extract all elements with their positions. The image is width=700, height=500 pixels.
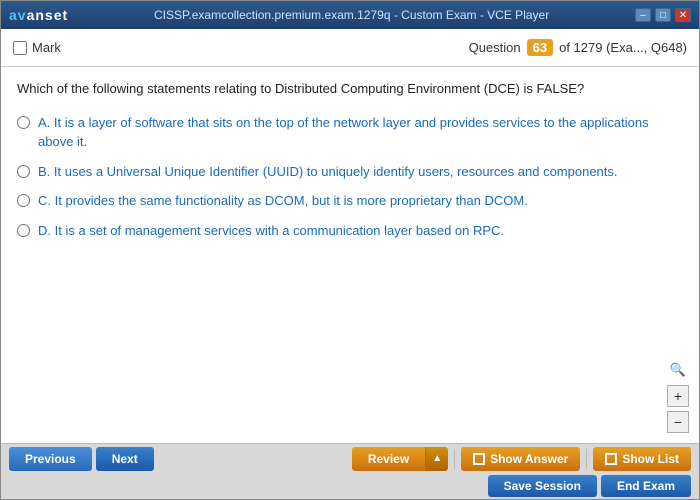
question-number-badge: 63 [527,39,553,56]
end-exam-button[interactable]: End Exam [601,475,691,497]
option-c-text: C. It provides the same functionality as… [38,191,528,211]
option-a-text: A. It is a layer of software that sits o… [38,113,683,152]
divider-2 [586,449,587,469]
review-button[interactable]: Review [352,447,425,471]
show-answer-button[interactable]: Show Answer [461,447,580,471]
close-button[interactable]: ✕ [675,8,691,22]
header-row: Mark Question 63 of 1279 (Exa..., Q648) [1,29,699,67]
radio-a[interactable] [17,116,30,129]
radio-d[interactable] [17,224,30,237]
minimize-button[interactable]: – [635,8,651,22]
option-b-label: B. [38,164,54,179]
bottom-bar: Previous Next Review ▲ Show Answer Show … [1,443,699,499]
mark-label: Mark [32,40,61,55]
question-label: Question [469,40,521,55]
bottom-row2: Save Session End Exam [1,473,699,499]
review-button-group: Review ▲ [352,447,448,471]
radio-b[interactable] [17,165,30,178]
question-info: Question 63 of 1279 (Exa..., Q648) [469,39,687,56]
answer-option-c: C. It provides the same functionality as… [17,191,683,211]
save-session-button[interactable]: Save Session [488,475,597,497]
zoom-controls: 🔍 + − [667,359,689,433]
option-c-label: C. [38,193,55,208]
window-controls: – □ ✕ [635,8,691,22]
option-a-label: A. [38,115,54,130]
question-text: Which of the following statements relati… [17,79,683,99]
previous-button[interactable]: Previous [9,447,92,471]
mark-checkbox-group: Mark [13,40,61,55]
show-list-label: Show List [622,452,679,466]
show-list-button[interactable]: Show List [593,447,691,471]
divider-1 [454,449,455,469]
next-button[interactable]: Next [96,447,154,471]
zoom-out-button[interactable]: − [667,411,689,433]
question-total: of 1279 (Exa..., Q648) [559,40,687,55]
show-answer-label: Show Answer [490,452,568,466]
app-logo: avanset [9,7,68,23]
answer-option-a: A. It is a layer of software that sits o… [17,113,683,152]
show-list-checkbox-icon [605,453,617,465]
window-title: CISSP.examcollection.premium.exam.1279q … [68,8,635,22]
review-dropdown-button[interactable]: ▲ [425,447,448,471]
answer-option-b: B. It uses a Universal Unique Identifier… [17,162,683,182]
main-content: Which of the following statements relati… [1,67,699,443]
search-icon[interactable]: 🔍 [667,359,689,381]
radio-c[interactable] [17,194,30,207]
maximize-button[interactable]: □ [655,8,671,22]
option-b-text: B. It uses a Universal Unique Identifier… [38,162,618,182]
show-answer-checkbox-icon [473,453,485,465]
option-d-text: D. It is a set of management services wi… [38,221,504,241]
vce-player-window: avanset CISSP.examcollection.premium.exa… [0,0,700,500]
mark-checkbox[interactable] [13,41,27,55]
zoom-in-button[interactable]: + [667,385,689,407]
answer-option-d: D. It is a set of management services wi… [17,221,683,241]
bottom-row1: Previous Next Review ▲ Show Answer Show … [1,444,699,473]
option-d-label: D. [38,223,55,238]
title-bar: avanset CISSP.examcollection.premium.exa… [1,1,699,29]
